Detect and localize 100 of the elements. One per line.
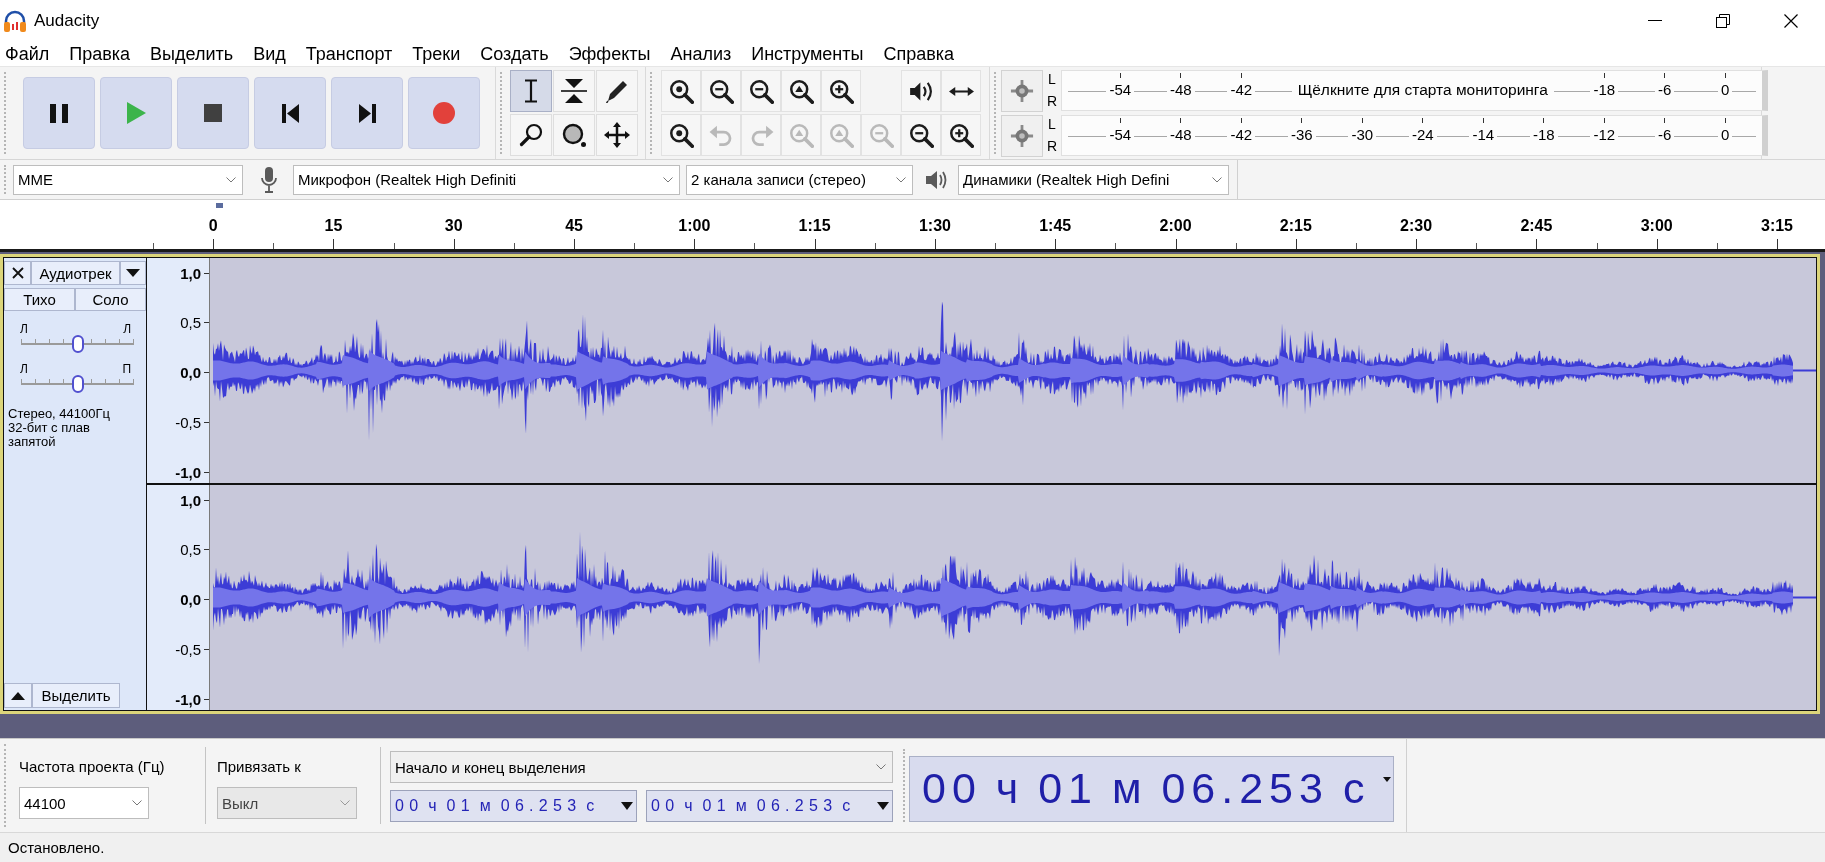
close-icon — [11, 267, 24, 279]
menu-item[interactable]: Транспорт — [295, 42, 403, 65]
snap-label: Привязать к — [217, 757, 302, 777]
ruler-label: 30 — [444, 216, 463, 236]
chevron-down-icon — [876, 764, 886, 770]
tool-button[interactable] — [596, 70, 638, 112]
toolbar-button[interactable] — [941, 70, 981, 112]
skip-to-end-icon — [358, 103, 376, 123]
playback-device-dropdown[interactable]: Динамики (Realtek High Defini — [958, 164, 1229, 195]
menu-item[interactable]: Эффекты — [558, 42, 661, 65]
channel-label: L — [1048, 72, 1056, 88]
headphones-icon — [3, 9, 27, 32]
menu-item[interactable]: Инструменты — [741, 42, 874, 65]
rate-dropdown[interactable]: 44100 — [19, 787, 149, 819]
skip-end-button[interactable] — [331, 77, 403, 149]
marker-icon[interactable] — [216, 203, 223, 208]
slider-thumb[interactable] — [71, 335, 84, 353]
tool-button[interactable] — [553, 70, 595, 112]
toolbar-button[interactable] — [941, 114, 981, 156]
pan-slider[interactable] — [21, 375, 134, 393]
skip-start-button[interactable] — [254, 77, 326, 149]
scale-label: -1,0 — [175, 463, 202, 481]
move-arrows-icon — [604, 122, 630, 148]
chevron-down-icon — [340, 800, 350, 806]
scale-label: -0,5 — [175, 640, 202, 658]
ruler-label: 2:00 — [1159, 216, 1192, 236]
restore-icon[interactable] — [1716, 13, 1730, 28]
toolbar-button[interactable] — [901, 70, 941, 112]
caret-down-icon — [126, 269, 140, 277]
slider-label: Л — [123, 323, 131, 335]
caret-down-icon — [1383, 776, 1391, 782]
ruler-label: 0 — [208, 216, 218, 236]
slider-thumb[interactable] — [71, 375, 84, 393]
pause-button[interactable] — [23, 77, 95, 149]
close-icon[interactable] — [1784, 13, 1798, 28]
caret-down-icon — [621, 802, 633, 810]
scale-label: 0,0 — [180, 591, 202, 608]
scale-label: -0,5 — [175, 413, 202, 431]
gain-slider[interactable] — [21, 335, 134, 353]
compress-icon — [561, 79, 587, 103]
ruler-label: 1:45 — [1039, 216, 1072, 236]
magnifier-icon — [519, 123, 543, 147]
timeline-ruler[interactable]: 0 15 30 45 1:00 1:15 1:30 1:45 2:00 2:15 2:30 2:45 3:00 3:15 — [0, 200, 1825, 252]
ruler-label: 45 — [565, 216, 583, 236]
tool-button[interactable] — [596, 114, 638, 156]
scale-label: 1,0 — [180, 491, 202, 509]
toolbar-button[interactable] — [781, 70, 821, 112]
skip-to-start-icon — [281, 103, 299, 123]
ruler-label: 1:00 — [678, 216, 711, 236]
menu-item[interactable]: Вид — [243, 42, 296, 65]
window-title: Audacity — [34, 10, 100, 31]
selection-mode-dropdown[interactable]: Начало и конец выделения — [390, 751, 893, 783]
collapse-button[interactable] — [4, 683, 32, 708]
select-button[interactable]: Выделить — [32, 683, 120, 708]
time-display[interactable]: 00 ч 01 м 06.253 с — [909, 755, 1394, 822]
track-name-button[interactable]: Аудиотрек — [31, 261, 120, 285]
meter-button[interactable] — [1001, 69, 1043, 112]
start-time-field[interactable]: 00 ч 01 м 06.253 с — [390, 790, 637, 822]
track-info-text: Стерео, 44100Гц 32-бит с плав запятой — [7, 407, 111, 449]
tool-button[interactable] — [510, 70, 552, 112]
recording-channels-dropdown[interactable]: 2 канала записи (стерео) — [686, 164, 913, 195]
record-button[interactable] — [408, 77, 480, 149]
meter-button[interactable] — [1001, 114, 1043, 157]
caret-up-icon — [11, 691, 25, 700]
menu-item[interactable]: Выделить — [140, 42, 244, 65]
tool-button[interactable] — [553, 114, 595, 156]
channel-label: L — [1048, 117, 1056, 133]
menu-item[interactable]: Создать — [470, 42, 559, 65]
tool-button[interactable] — [510, 114, 552, 156]
scale-label: -1,0 — [175, 690, 202, 708]
mute-button[interactable]: Тихо — [4, 288, 75, 311]
ruler-label: 15 — [324, 216, 343, 236]
play-icon — [126, 102, 146, 124]
scale-label: 0,5 — [180, 541, 202, 559]
toolbar-button[interactable] — [821, 70, 861, 112]
pencil-icon — [606, 79, 628, 103]
menu-item[interactable]: Правка — [59, 42, 141, 65]
level-meter[interactable]: -54 -48 -42 -36 -30 -24 -14 -18 -12 -6 0 — [1061, 115, 1768, 156]
toolbar-button[interactable] — [661, 114, 701, 156]
toolbar-button[interactable] — [701, 70, 741, 112]
channel-label: R — [1046, 138, 1058, 154]
stop-button[interactable] — [177, 77, 249, 149]
slider-label: Л — [20, 363, 28, 375]
end-time-field[interactable]: 00 ч 01 м 06.253 с — [646, 790, 893, 822]
pause-icon — [50, 103, 68, 123]
recording-device-dropdown[interactable]: Микрофон (Realtek High Definiti — [293, 164, 680, 195]
caret-down-icon — [877, 802, 889, 810]
menu-item[interactable]: Треки — [402, 42, 471, 65]
solo-button[interactable]: Соло — [75, 288, 146, 311]
toolbar-button[interactable] — [741, 70, 781, 112]
audio-host-dropdown[interactable]: MME — [13, 164, 243, 195]
ruler-label: 2:30 — [1400, 216, 1433, 236]
toolbar-button[interactable] — [901, 114, 941, 156]
toolbar-button[interactable] — [661, 70, 701, 112]
audio-track[interactable]: Аудиотрек Тихо Соло Л Л Л П Стерео, 44100Гц 32-бит с плав запятой Выделить 1,0 0,5 0,0 -0,5 -1,0 1,0 0,5 0,0 -0,5 -1,0 — [0, 254, 1820, 714]
channel-label: R — [1046, 93, 1058, 109]
menu-item[interactable]: Анализ — [660, 42, 742, 65]
level-meter[interactable]: -54 -48 -42 Щёлкните для старта мониторинга -18 -6 0 — [1061, 70, 1768, 111]
menu-item[interactable]: Справка — [873, 42, 965, 65]
menu-item[interactable]: Файл — [0, 42, 60, 65]
